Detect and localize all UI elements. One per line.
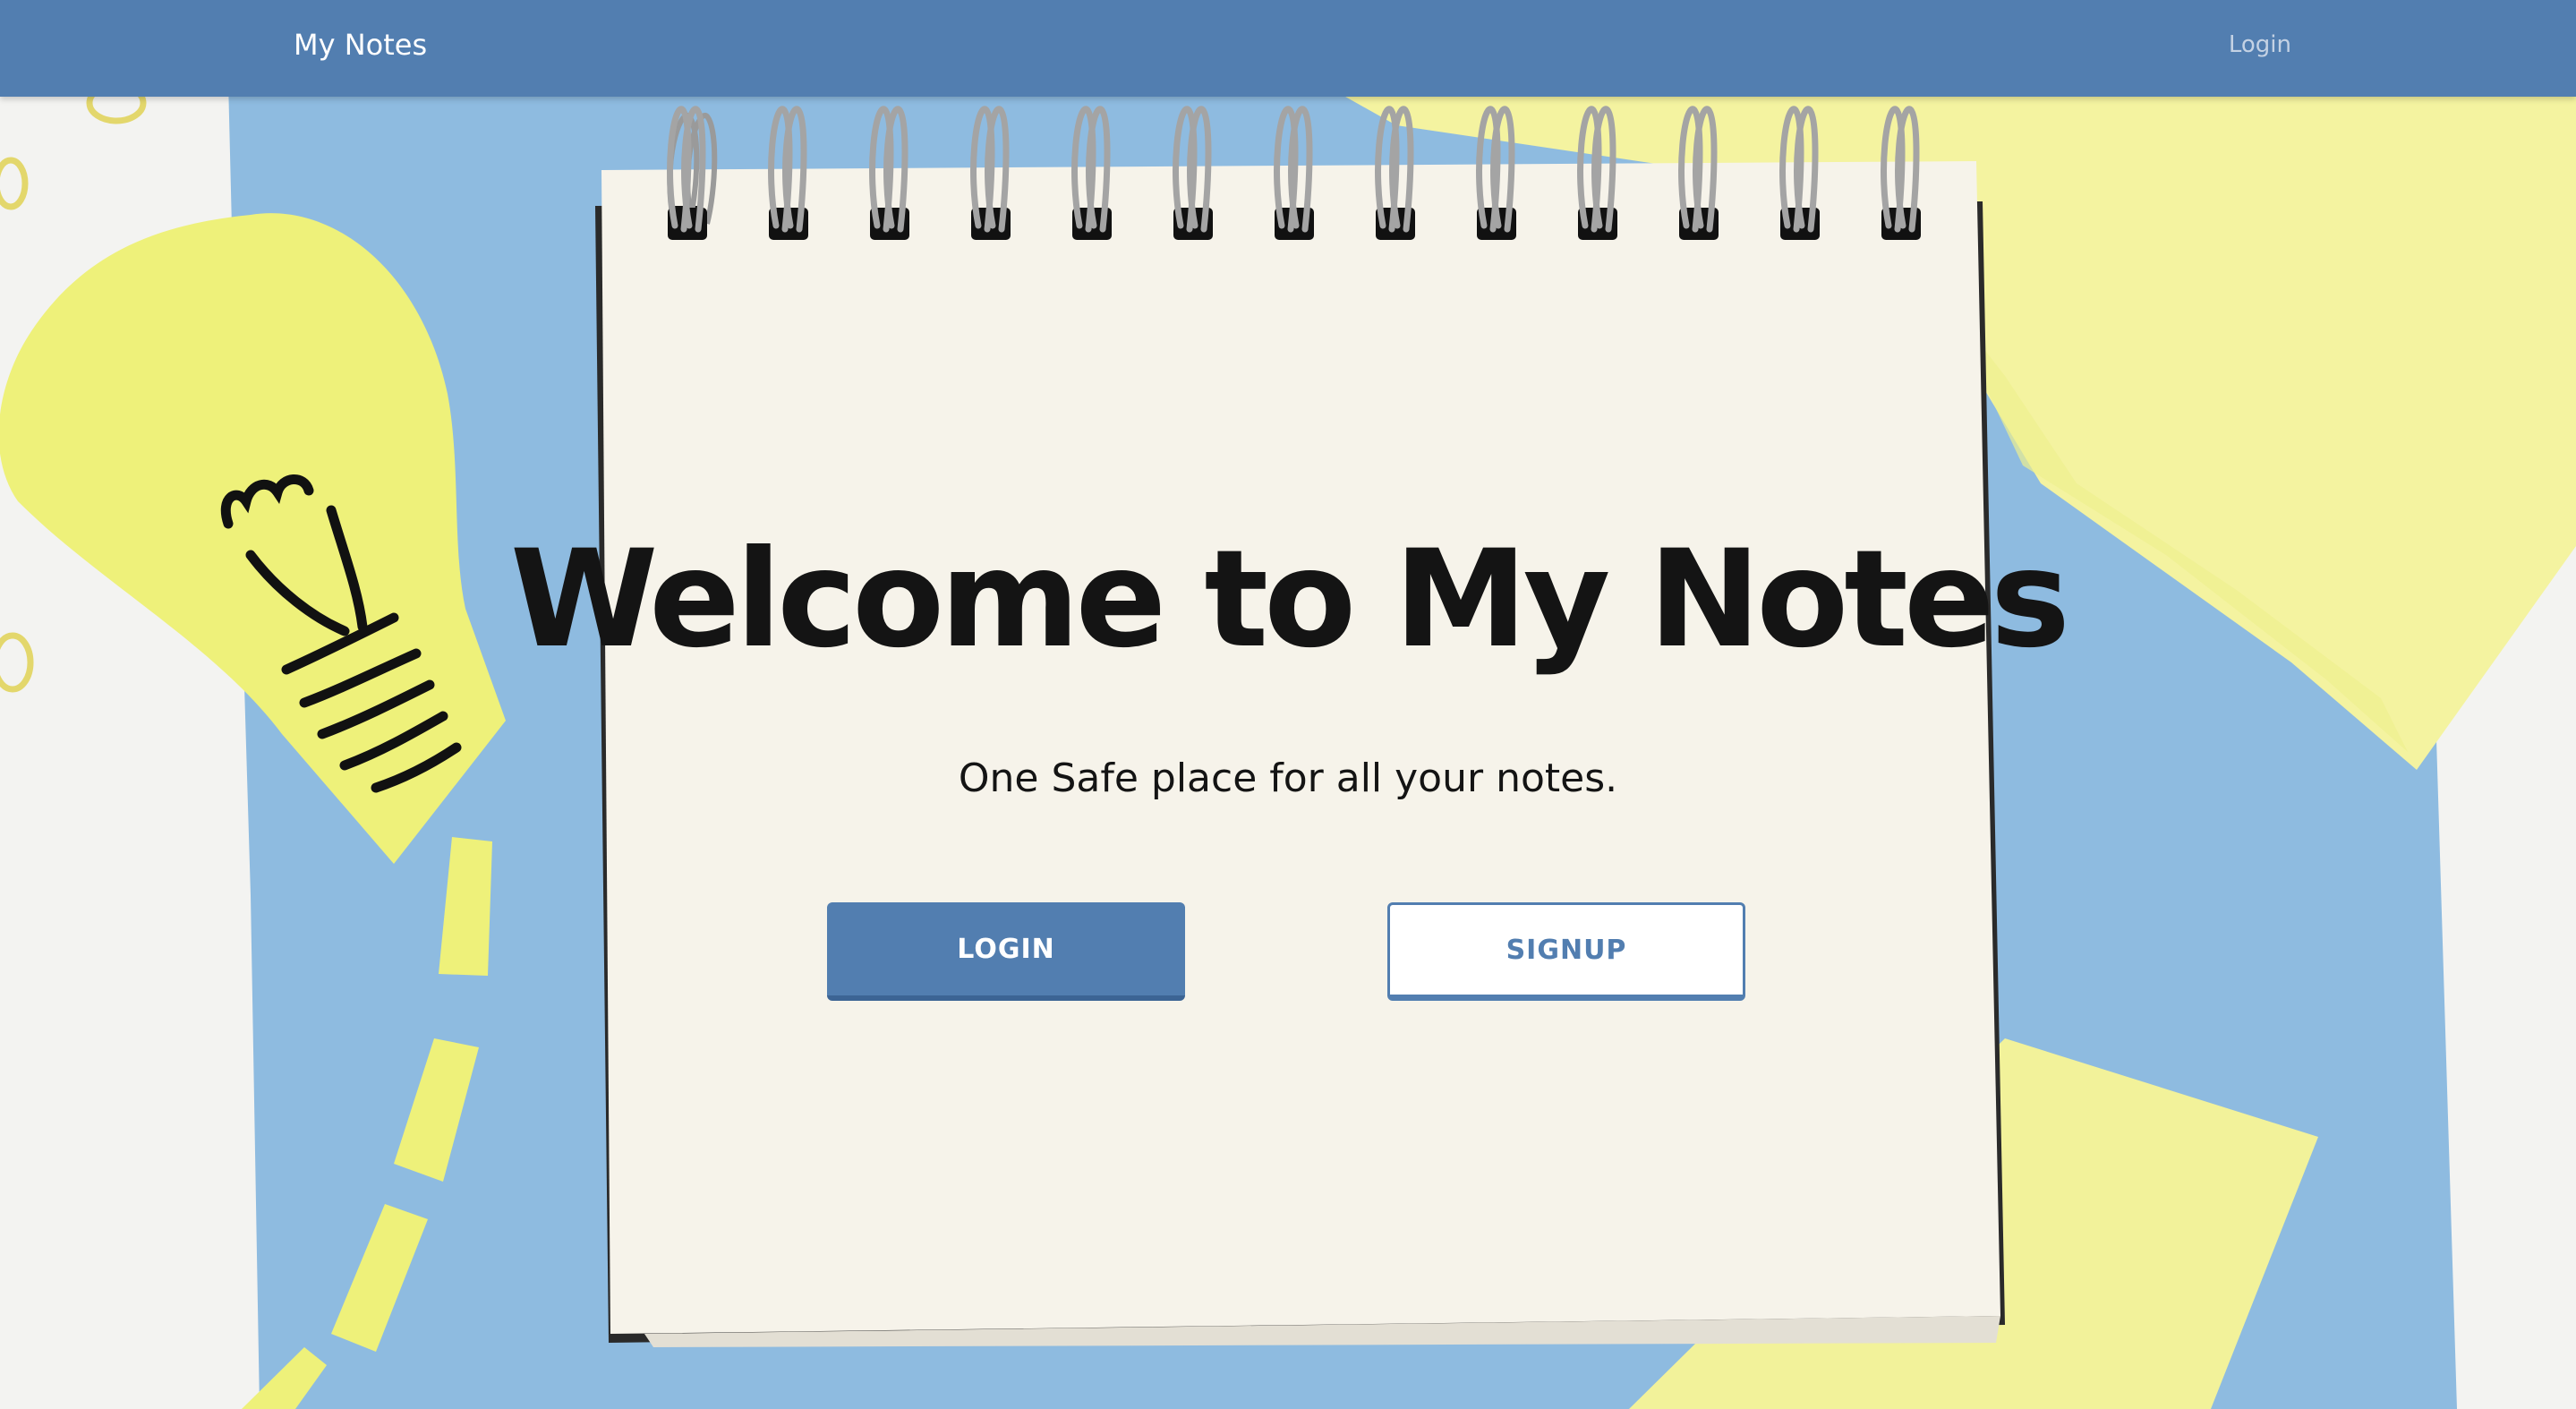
spiral-ring (1476, 106, 1516, 240)
signup-button[interactable]: SIGNUP (1387, 902, 1745, 1001)
spiral-ring (1071, 106, 1112, 240)
spiral-ring (970, 106, 1011, 240)
spiral-ring (1881, 106, 1921, 240)
hero-subtitle: One Safe place for all your notes. (958, 756, 1618, 801)
spiral-ring (1779, 106, 1820, 240)
landing-page: My Notes Login Welcome to My Notes One S… (0, 0, 2576, 1409)
notepad-spiral-rings (667, 106, 1921, 240)
spiral-ring (667, 106, 707, 240)
spiral-ring (1375, 106, 1415, 240)
spiral-ring (1173, 106, 1213, 240)
navbar: My Notes Login (0, 0, 2576, 97)
nav-login-link[interactable]: Login (2184, 29, 2291, 61)
spiral-ring (1274, 106, 1314, 240)
spiral-ring (869, 106, 909, 240)
login-button[interactable]: LOGIN (827, 902, 1185, 1001)
brand-link[interactable]: My Notes (294, 25, 427, 64)
hero-title: Welcome to My Notes (509, 522, 2070, 678)
spiral-ring (768, 106, 808, 240)
spiral-ring (1678, 106, 1719, 240)
spiral-ring (1577, 106, 1617, 240)
